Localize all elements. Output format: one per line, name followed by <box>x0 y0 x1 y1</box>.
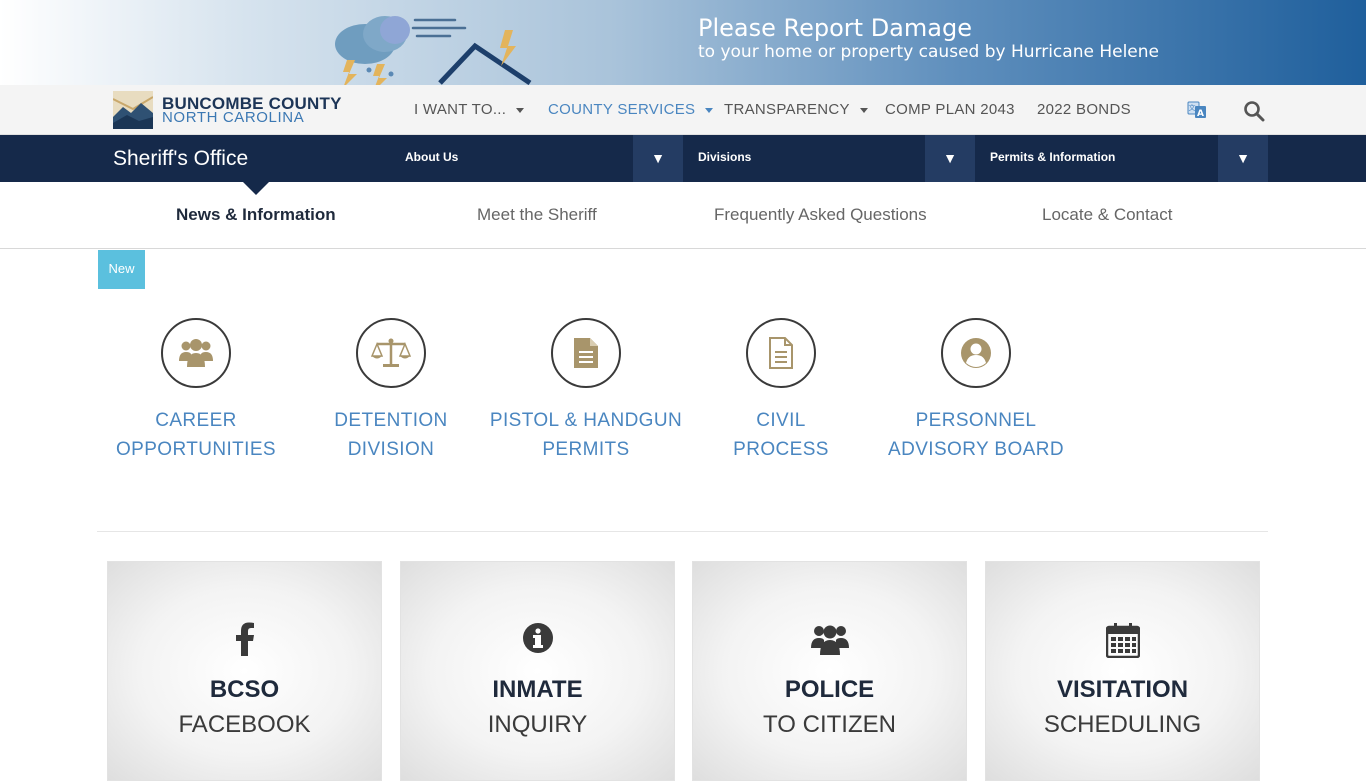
icon-circle <box>941 318 1011 388</box>
dropdown-toggle-permits-information[interactable]: ▼ <box>1218 135 1268 182</box>
hurricane-banner[interactable]: Please Report Damage to your home or pro… <box>0 0 1366 85</box>
group-icon <box>810 625 849 655</box>
sub-tabs: News & Information Meet the Sheriff Freq… <box>0 182 1366 249</box>
card-icon-wrapper <box>108 622 381 658</box>
document-outline-icon <box>769 337 793 369</box>
card-title: VISITATION <box>1056 676 1189 703</box>
caret-down-icon <box>859 107 868 113</box>
storm-damage-illustration <box>335 16 532 85</box>
nav-i-want-to[interactable]: I WANT TO... <box>414 101 525 118</box>
label-line-1: CIVIL <box>756 410 806 431</box>
card-icon-wrapper <box>693 622 966 658</box>
card-title: INMATE <box>492 676 583 703</box>
county-logo-icon[interactable] <box>113 91 153 129</box>
card-icon-wrapper <box>986 622 1259 658</box>
icon-circle <box>356 318 426 388</box>
icon-circle <box>161 318 231 388</box>
label-line-2: OPPORTUNITIES <box>115 439 277 460</box>
quick-link-label: PERSONNEL ADVISORY BOARD <box>876 406 1076 464</box>
quick-link-detention[interactable]: DETENTION DIVISION <box>291 318 491 464</box>
department-bar: Sheriff's Office About Us ▼ Divisions ▼ … <box>0 135 1366 182</box>
quick-link-label: DETENTION DIVISION <box>291 406 491 464</box>
card-inmate-inquiry[interactable]: INMATE INQUIRY <box>400 561 675 781</box>
calendar-icon <box>1105 623 1140 658</box>
scales-icon <box>371 338 411 367</box>
nav-label: COUNTY SERVICES <box>548 101 696 118</box>
card-subtitle: INQUIRY <box>487 711 588 738</box>
quick-link-personnel-advisory[interactable]: PERSONNEL ADVISORY BOARD <box>876 318 1076 464</box>
nav-transparency[interactable]: TRANSPARENCY <box>724 101 868 118</box>
card-subtitle: TO CITIZEN <box>763 711 896 738</box>
card-title: POLICE <box>784 676 875 703</box>
dropdown-divisions[interactable]: Divisions <box>698 150 751 164</box>
tab-locate-contact[interactable]: Locate & Contact <box>1042 205 1172 225</box>
users-icon <box>179 339 213 367</box>
facebook-icon <box>235 622 254 656</box>
svg-text:A: A <box>1197 109 1204 119</box>
department-title[interactable]: Sheriff's Office <box>113 147 248 171</box>
section-divider <box>97 531 1268 532</box>
card-visitation-scheduling[interactable]: VISITATION SCHEDULING <box>985 561 1260 781</box>
nav-label: I WANT TO... <box>414 101 507 118</box>
banner-title[interactable]: Please Report Damage <box>698 14 972 42</box>
dropdown-permits-information[interactable]: Permits & Information <box>990 150 1115 164</box>
label-line-1: DETENTION <box>334 410 448 431</box>
card-bcso-facebook[interactable]: BCSO FACEBOOK <box>107 561 382 781</box>
label-line-1: PISTOL & HANDGUN <box>489 410 683 431</box>
card-title: BCSO <box>209 676 280 703</box>
quick-link-label: CAREER OPPORTUNITIES <box>96 406 296 464</box>
quick-link-career[interactable]: CAREER OPPORTUNITIES <box>96 318 296 464</box>
card-icon-wrapper <box>401 622 674 658</box>
banner-subtitle[interactable]: to your home or property caused by Hurri… <box>698 42 1159 62</box>
quick-link-label: PISTOL & HANDGUN PERMITS <box>486 406 686 464</box>
card-subtitle: SCHEDULING <box>1043 711 1202 738</box>
translate-icon[interactable]: A 文 <box>1187 100 1207 120</box>
label-line-1: PERSONNEL <box>915 410 1037 431</box>
nav-county-services[interactable]: COUNTY SERVICES <box>548 101 714 118</box>
nav-bonds[interactable]: 2022 BONDS <box>1037 101 1131 118</box>
info-icon <box>522 623 553 653</box>
top-navigation: BUNCOMBE COUNTY NORTH CAROLINA I WANT TO… <box>0 85 1366 135</box>
svg-text:文: 文 <box>1189 103 1196 112</box>
new-badge: New <box>98 250 145 289</box>
caret-down-icon <box>516 107 525 113</box>
tab-news-information[interactable]: News & Information <box>176 205 336 225</box>
label-line-1: CAREER <box>155 410 237 431</box>
quick-link-civil-process[interactable]: CIVIL PROCESS <box>681 318 881 464</box>
active-tab-indicator <box>243 182 269 195</box>
label-line-2: ADVISORY BOARD <box>888 439 1064 460</box>
tab-faq[interactable]: Frequently Asked Questions <box>714 205 927 225</box>
document-icon <box>574 338 598 368</box>
card-police-to-citizen[interactable]: POLICE TO CITIZEN <box>692 561 967 781</box>
icon-circle <box>746 318 816 388</box>
quick-link-pistol-permits[interactable]: PISTOL & HANDGUN PERMITS <box>486 318 686 464</box>
label-line-2: DIVISION <box>347 439 435 460</box>
quick-link-label: CIVIL PROCESS <box>681 406 881 464</box>
nav-comp-plan[interactable]: COMP PLAN 2043 <box>885 101 1015 118</box>
user-circle-icon <box>961 338 991 368</box>
dropdown-toggle-divisions[interactable]: ▼ <box>925 135 975 182</box>
dropdown-toggle-about-us[interactable]: ▼ <box>633 135 683 182</box>
tab-meet-the-sheriff[interactable]: Meet the Sheriff <box>477 205 597 225</box>
search-icon[interactable] <box>1243 100 1265 122</box>
label-line-2: PROCESS <box>733 439 829 460</box>
dropdown-about-us[interactable]: About Us <box>405 150 458 164</box>
logo-state-name[interactable]: NORTH CAROLINA <box>162 109 304 126</box>
icon-circle <box>551 318 621 388</box>
caret-down-icon <box>705 107 714 113</box>
nav-label: TRANSPARENCY <box>724 101 850 118</box>
label-line-2: PERMITS <box>542 439 630 460</box>
card-subtitle: FACEBOOK <box>178 711 311 738</box>
